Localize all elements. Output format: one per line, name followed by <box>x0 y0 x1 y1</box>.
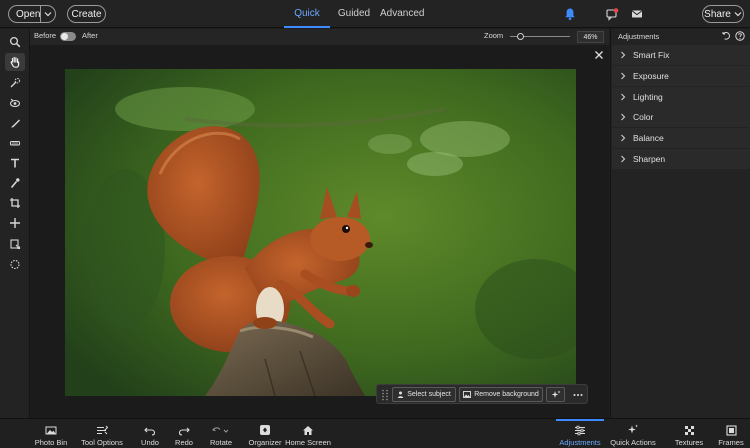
content-aware-icon[interactable] <box>5 235 25 253</box>
hand-icon[interactable] <box>5 53 25 71</box>
frames-tab[interactable]: Frames <box>716 419 746 448</box>
open-label: Open <box>16 8 41 20</box>
adjustment-smart-fix[interactable]: Smart Fix <box>612 45 750 65</box>
adjustment-label: Exposure <box>633 71 669 81</box>
undo-button[interactable]: Undo <box>140 419 160 448</box>
tab-guided[interactable]: Guided <box>336 0 372 28</box>
grip-icon[interactable] <box>380 388 390 402</box>
healing-brush-icon[interactable] <box>5 114 25 132</box>
move-icon[interactable] <box>5 214 25 232</box>
adjustment-sharpen[interactable]: Sharpen <box>612 149 750 169</box>
tool-options-icon <box>96 419 108 436</box>
tools-panel <box>0 29 30 418</box>
zoom-icon[interactable] <box>5 33 25 51</box>
share-button[interactable]: Share <box>702 5 744 23</box>
adjustment-label: Color <box>633 112 654 122</box>
rotate-icon <box>212 419 230 436</box>
rotate-button[interactable]: Rotate <box>208 419 234 448</box>
adjustments-tab[interactable]: Adjustments <box>556 419 604 448</box>
photo-image <box>65 69 576 396</box>
red-eye-icon[interactable] <box>5 94 25 112</box>
tab-advanced[interactable]: Advanced <box>380 0 424 28</box>
adjustment-exposure[interactable]: Exposure <box>612 66 750 86</box>
textures-tab[interactable]: Textures <box>674 419 704 448</box>
before-label: Before <box>34 31 57 40</box>
adjustment-label: Balance <box>633 133 664 143</box>
sparkle-button[interactable] <box>546 387 565 402</box>
bell-icon[interactable] <box>563 7 577 21</box>
lasso-icon[interactable] <box>5 256 25 274</box>
sparkle-icon <box>551 390 561 400</box>
chevron-right-icon <box>612 72 633 80</box>
frames-icon <box>725 419 737 436</box>
sliders-icon <box>574 419 586 436</box>
remove-background-label: Remove background <box>474 391 539 398</box>
photo-bin-icon <box>45 419 57 436</box>
sparkle-icon <box>627 419 639 436</box>
before-after-toggle[interactable] <box>60 32 76 41</box>
redo-icon <box>178 419 190 436</box>
undo-icon <box>144 419 156 436</box>
adjustment-balance[interactable]: Balance <box>612 128 750 148</box>
crop-icon[interactable] <box>5 194 25 212</box>
person-icon <box>397 391 404 398</box>
adjustment-label: Smart Fix <box>633 50 670 60</box>
quick-actions-tab[interactable]: Quick Actions <box>610 419 656 448</box>
redo-button[interactable]: Redo <box>174 419 194 448</box>
image-icon <box>463 391 472 398</box>
textures-icon <box>684 419 695 436</box>
zoom-slider-thumb[interactable] <box>517 33 524 40</box>
select-subject-button[interactable]: Select subject <box>392 387 456 402</box>
zoom-label: Zoom <box>484 31 504 40</box>
organizer-button[interactable]: Organizer <box>248 419 282 448</box>
adjustment-lighting[interactable]: Lighting <box>612 87 750 107</box>
mail-icon[interactable] <box>630 7 644 21</box>
adjustment-label: Sharpen <box>633 154 666 164</box>
chevron-right-icon <box>612 134 633 142</box>
adjustments-panel: Adjustments Smart Fix Exposure Lighting … <box>610 29 750 418</box>
chevron-down-icon <box>734 11 742 17</box>
create-button[interactable]: Create <box>67 5 106 23</box>
chevron-down-icon[interactable] <box>41 11 55 17</box>
select-subject-label: Select subject <box>407 391 451 398</box>
tab-quick[interactable]: Quick <box>284 0 330 28</box>
after-label: After <box>82 31 98 40</box>
bottom-bar: Photo Bin Tool Options Undo Redo Rotate … <box>0 418 750 448</box>
quick-selection-icon[interactable] <box>5 74 25 92</box>
chevron-right-icon <box>612 113 633 121</box>
panel-title: Adjustments <box>618 32 660 41</box>
photo-bin-button[interactable]: Photo Bin <box>34 419 68 448</box>
chevron-right-icon <box>612 93 633 101</box>
tool-options-button[interactable]: Tool Options <box>80 419 124 448</box>
whiten-teeth-icon[interactable] <box>5 134 25 152</box>
chevron-right-icon <box>612 155 633 163</box>
share-label: Share <box>704 8 731 20</box>
feedback-icon[interactable] <box>605 7 619 21</box>
reset-icon[interactable] <box>721 31 731 41</box>
zoom-value-field[interactable]: 46% <box>577 31 604 43</box>
chevron-right-icon <box>612 51 633 59</box>
floating-toolbar: Select subject Remove background <box>376 384 588 404</box>
adjustment-color[interactable]: Color <box>612 107 750 127</box>
more-icon[interactable] <box>572 388 584 402</box>
help-icon[interactable] <box>735 31 745 41</box>
type-icon[interactable] <box>5 154 25 172</box>
view-options-bar: Before After Zoom 46% <box>30 29 609 45</box>
spot-brush-icon[interactable] <box>5 174 25 192</box>
close-icon[interactable] <box>593 49 605 61</box>
canvas-area: Select subject Remove background <box>30 45 609 418</box>
home-screen-button[interactable]: Home Screen <box>285 419 331 448</box>
open-button[interactable]: Open <box>8 5 56 23</box>
adjustment-label: Lighting <box>633 92 663 102</box>
organizer-icon <box>259 419 271 436</box>
home-icon <box>302 419 314 436</box>
remove-background-button[interactable]: Remove background <box>459 387 543 402</box>
top-bar: Open Create Quick Guided Advanced Share <box>0 0 750 28</box>
